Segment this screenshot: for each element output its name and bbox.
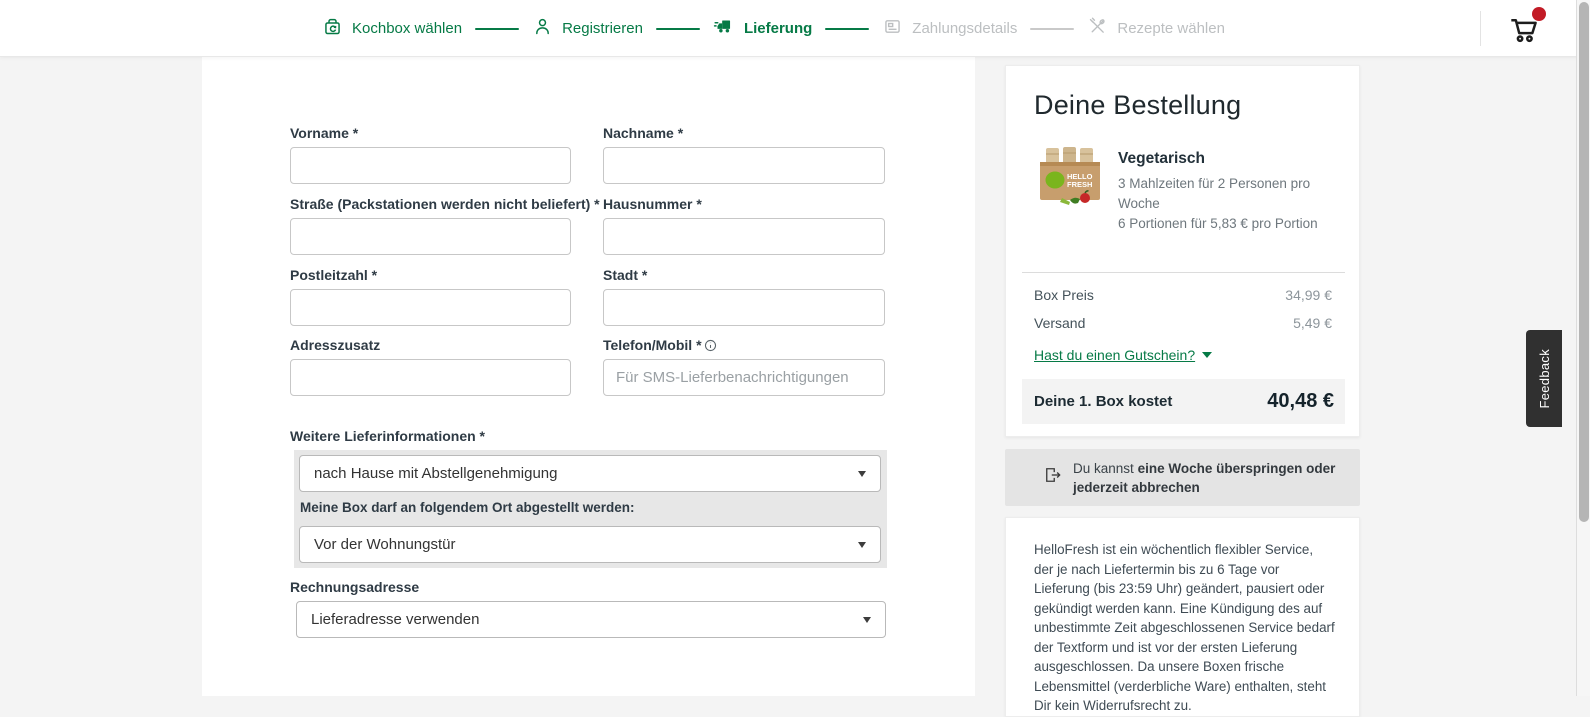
step-connector: [475, 27, 520, 30]
abstellort-dropdown-value: Vor der Wohnungstür: [314, 536, 456, 553]
strasse-label: Straße (Packstationen werden nicht belie…: [290, 196, 600, 212]
cart-badge: [1532, 7, 1546, 21]
legal-text: HelloFresh ist ein wöchentlich flexibler…: [1034, 542, 1335, 713]
cart-icon: [1504, 18, 1542, 52]
step-rezepte-waehlen[interactable]: Rezepte wählen: [1087, 16, 1225, 42]
postleitzahl-input[interactable]: [290, 289, 571, 326]
step-connector: [655, 27, 700, 30]
legal-card: HelloFresh ist ein wöchentlich flexibler…: [1005, 517, 1360, 717]
vorname-label: Vorname *: [290, 125, 359, 141]
strasse-input[interactable]: [290, 218, 571, 255]
feedback-tab[interactable]: Feedback: [1526, 330, 1562, 427]
skip-notice-box: Du kannst eine Woche überspringen oder j…: [1005, 449, 1360, 506]
step-connector: [1030, 27, 1075, 30]
gutschein-link[interactable]: Hast du einen Gutschein?: [1034, 347, 1213, 363]
abstellort-dropdown[interactable]: Vor der Wohnungstür: [299, 526, 881, 563]
checkout-stepper: Kochbox wählen Registrieren Lieferung Za…: [322, 0, 1225, 57]
step-label: Lieferung: [743, 20, 813, 37]
stadt-label: Stadt *: [603, 267, 648, 283]
hausnummer-label: Hausnummer *: [603, 196, 702, 212]
adresszusatz-label: Adresszusatz: [290, 337, 381, 353]
person-icon: [532, 16, 553, 42]
utensils-icon: [1087, 16, 1108, 42]
total-label: Deine 1. Box kostet: [1034, 393, 1173, 410]
abstellort-label: Meine Box darf an folgendem Ort abgestel…: [300, 500, 635, 515]
order-divider: [1022, 272, 1345, 273]
step-label: Zahlungsdetails: [912, 20, 1018, 37]
scrollbar-thumb[interactable]: [1579, 2, 1589, 522]
nachname-label: Nachname *: [603, 125, 684, 141]
exit-door-icon: [1043, 465, 1063, 490]
order-summary-card: Deine Bestellung HELLO FRESH Vegetarisch…: [1005, 65, 1360, 437]
info-icon[interactable]: [704, 339, 717, 355]
chevron-down-icon: [1202, 352, 1213, 358]
versand-value: 5,49 €: [1293, 315, 1332, 331]
product-desc-line2: 6 Portionen für 5,83 € pro Portion: [1118, 216, 1318, 231]
stadt-input[interactable]: [603, 289, 885, 326]
lieferinfo-label: Weitere Lieferinformationen *: [290, 428, 486, 444]
truck-icon: [713, 15, 735, 42]
step-label: Kochbox wählen: [352, 20, 463, 37]
rechnungsadresse-label: Rechnungsadresse: [290, 579, 420, 595]
telefon-label: Telefon/Mobil *: [603, 337, 717, 355]
hausnummer-input[interactable]: [603, 218, 885, 255]
vorname-input[interactable]: [290, 147, 571, 184]
svg-text:FRESH: FRESH: [1067, 180, 1092, 189]
adresszusatz-input[interactable]: [290, 359, 571, 396]
product-info: Vegetarisch 3 Mahlzeiten für 2 Personen …: [1118, 150, 1328, 234]
step-connector: [825, 27, 870, 30]
total-row: Deine 1. Box kostet 40,48 €: [1022, 379, 1345, 424]
product-box-image: HELLO FRESH: [1038, 146, 1102, 206]
delivery-options-panel: nach Hause mit Abstellgenehmigung Meine …: [294, 450, 887, 568]
scrollbar-track[interactable]: [1576, 0, 1590, 696]
cart-button[interactable]: [1504, 7, 1546, 52]
skip-notice-text: Du kannst eine Woche überspringen oder j…: [1073, 460, 1336, 495]
payment-icon: [882, 16, 903, 42]
lieferinfo-dropdown[interactable]: nach Hause mit Abstellgenehmigung: [299, 455, 881, 492]
box-preis-label: Box Preis: [1034, 287, 1094, 303]
step-label: Registrieren: [562, 20, 643, 37]
step-kochbox-waehlen[interactable]: Kochbox wählen: [322, 16, 462, 42]
order-summary-title: Deine Bestellung: [1034, 90, 1242, 120]
telefon-input[interactable]: [603, 359, 885, 396]
versand-label: Versand: [1034, 315, 1086, 331]
step-lieferung[interactable]: Lieferung: [713, 15, 812, 42]
rechnungsadresse-dropdown-value: Lieferadresse verwenden: [311, 611, 480, 628]
lieferinfo-dropdown-value: nach Hause mit Abstellgenehmigung: [314, 465, 558, 482]
rechnungsadresse-dropdown[interactable]: Lieferadresse verwenden: [296, 601, 886, 638]
step-registrieren[interactable]: Registrieren: [532, 16, 643, 42]
postleitzahl-label: Postleitzahl *: [290, 267, 378, 283]
product-name: Vegetarisch: [1118, 150, 1206, 167]
box-preis-value: 34,99 €: [1285, 287, 1332, 303]
chevron-down-icon: [858, 541, 866, 548]
chevron-down-icon: [863, 616, 871, 623]
step-zahlungsdetails[interactable]: Zahlungsdetails: [882, 16, 1017, 42]
total-value: 40,48 €: [1267, 390, 1334, 412]
feedback-tab-label: Feedback: [1536, 348, 1552, 409]
header-divider: [1480, 11, 1481, 46]
delivery-form-panel: Vorname * Nachname * Straße (Packstation…: [202, 57, 975, 696]
chevron-down-icon: [858, 470, 866, 477]
checkout-header: Kochbox wählen Registrieren Lieferung Za…: [0, 0, 1590, 57]
step-label: Rezepte wählen: [1117, 20, 1225, 37]
box-icon: [322, 16, 343, 42]
nachname-input[interactable]: [603, 147, 885, 184]
product-desc-line1: 3 Mahlzeiten für 2 Personen pro Woche: [1118, 176, 1311, 211]
